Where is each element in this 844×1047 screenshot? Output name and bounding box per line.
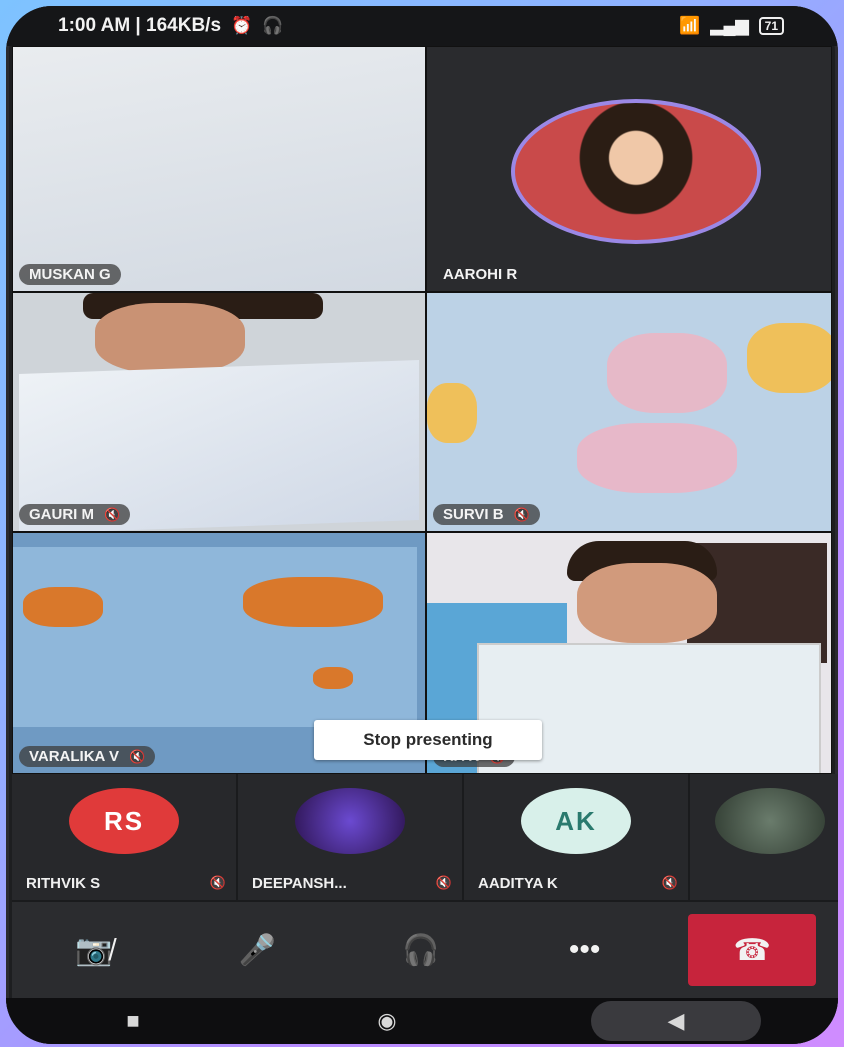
battery-indicator: 71: [758, 17, 784, 35]
tile-name-label: GAURI M 🔇: [19, 504, 131, 525]
tile-name: VARALIKA V: [29, 748, 119, 765]
end-call-button[interactable]: ☎: [688, 914, 817, 986]
video-grid: MUSKAN G AAROHI R GAURI M 🔇 SURVI B 🔇 VA…: [12, 46, 832, 774]
android-nav-bar: ■ ◉ ◀: [6, 998, 838, 1044]
tile-name-label: VARALIKA V 🔇: [19, 746, 156, 767]
participant-card[interactable]: AK AADITYA K 🔇: [464, 774, 688, 900]
tile-name: GAURI M: [29, 506, 94, 523]
participant-name-row: AADITYA K 🔇: [478, 875, 678, 892]
face: [577, 563, 717, 643]
mic-off-icon: 🔇: [435, 875, 452, 890]
status-time-speed: 1:00 AM | 164KB/s: [58, 15, 222, 36]
avatar: [295, 788, 405, 854]
avatar: RS: [69, 788, 179, 854]
tile-name-label: AAROHI R: [433, 264, 527, 285]
map-land: [607, 333, 727, 413]
tile-name: MUSKAN G: [29, 266, 111, 283]
held-paper: [13, 47, 425, 291]
video-tile-survi[interactable]: SURVI B 🔇: [426, 292, 832, 532]
video-tile-aarohi[interactable]: AAROHI R: [426, 46, 832, 292]
tile-name-label: SURVI B 🔇: [433, 504, 540, 525]
square-icon: ■: [126, 1008, 140, 1033]
headset-icon: 🎧: [402, 933, 440, 967]
map-land: [23, 587, 103, 627]
mic-off-icon: 🔇: [209, 875, 226, 890]
world-map: [427, 293, 831, 531]
stop-presenting-button[interactable]: Stop presenting: [314, 720, 542, 760]
alarm-icon: ⏰: [231, 16, 253, 35]
mic-off-icon: 🔇: [104, 506, 121, 522]
participant-name-row: DEEPANSH... 🔇: [252, 875, 452, 892]
status-bar: 1:00 AM | 164KB/s ⏰ 🎧 📶 ▂▄▆ 71: [6, 6, 838, 46]
signal-icon: ▂▄▆: [710, 16, 749, 35]
wifi-icon: 📶: [679, 16, 701, 35]
end-call-icon: ☎: [733, 933, 771, 967]
video-tile-muskan[interactable]: MUSKAN G: [12, 46, 426, 292]
participant-card[interactable]: [690, 774, 838, 900]
camera-off-button[interactable]: 📷̸: [34, 914, 154, 986]
map-land: [427, 383, 477, 443]
face: [95, 303, 245, 373]
more-options-button[interactable]: •••: [525, 914, 645, 986]
call-controls: 📷̸ 🎤 🎧 ••• ☎: [12, 902, 838, 998]
home-button[interactable]: ◉: [337, 1008, 437, 1034]
mic-off-icon: 🔇: [129, 748, 146, 764]
map-land: [747, 323, 831, 393]
avatar: [715, 788, 825, 854]
mic-off-icon: 🔇: [513, 506, 530, 522]
audio-output-button[interactable]: 🎧: [361, 914, 481, 986]
video-tile-gauri[interactable]: GAURI M 🔇: [12, 292, 426, 532]
mic-off-icon: 🔇: [661, 875, 678, 890]
participant-card[interactable]: RS RITHVIK S 🔇: [12, 774, 236, 900]
tile-name-label: MUSKAN G: [19, 264, 121, 285]
map-land: [313, 667, 353, 689]
participant-name: DEEPANSH...: [252, 875, 347, 892]
participant-avatar: [511, 99, 761, 244]
camera-off-icon: 📷̸: [75, 933, 113, 967]
world-map: [13, 547, 417, 727]
recents-button[interactable]: ■: [83, 1008, 183, 1034]
participant-name: RITHVIK S: [26, 875, 101, 892]
back-button[interactable]: ◀: [591, 1001, 761, 1041]
tile-name: SURVI B: [443, 506, 504, 523]
map-land: [243, 577, 383, 627]
more-icon: •••: [568, 933, 601, 966]
microphone-button[interactable]: 🎤: [197, 914, 317, 986]
microphone-icon: 🎤: [238, 933, 277, 967]
headphones-icon: 🎧: [262, 16, 284, 35]
map-land: [577, 423, 737, 493]
participant-strip: RS RITHVIK S 🔇 DEEPANSH... 🔇 AK AADITYA …: [12, 774, 838, 902]
participant-card[interactable]: DEEPANSH... 🔇: [238, 774, 462, 900]
participant-name-row: RITHVIK S 🔇: [26, 875, 226, 892]
participant-name: AADITYA K: [478, 875, 558, 892]
avatar: AK: [521, 788, 631, 854]
tile-name: AAROHI R: [443, 266, 518, 283]
circle-icon: ◉: [377, 1008, 397, 1033]
back-arrow-icon: ◀: [667, 1008, 685, 1033]
phone-frame: 1:00 AM | 164KB/s ⏰ 🎧 📶 ▂▄▆ 71 MUSKAN G …: [6, 6, 838, 1044]
